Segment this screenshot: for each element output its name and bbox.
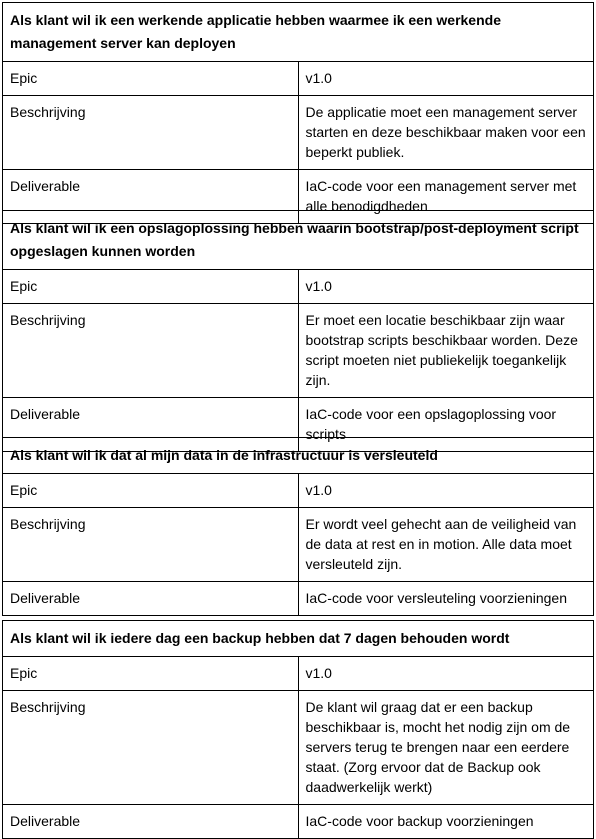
epic-label: Epic <box>2 61 299 96</box>
description-row: Beschrijving De klant wil graag dat er e… <box>2 690 594 805</box>
deliverable-row: Deliverable IaC-code voor versleuteling … <box>2 581 594 616</box>
epic-row: Epic v1.0 <box>2 656 594 691</box>
epic-value: v1.0 <box>297 656 594 691</box>
description-row: Beschrijving Er moet een locatie beschik… <box>2 303 594 398</box>
deliverable-value: IaC-code voor backup voorzieningen <box>297 804 594 839</box>
story-title-row: Als klant wil ik een werkende applicatie… <box>2 2 594 62</box>
user-story-table: Als klant wil ik een werkende applicatie… <box>2 2 594 224</box>
epic-label: Epic <box>2 656 299 691</box>
description-value: Er moet een locatie beschikbaar zijn waa… <box>297 303 594 398</box>
user-story-table: Als klant wil ik dat al mijn data in de … <box>2 437 594 616</box>
description-label: Beschrijving <box>2 690 299 805</box>
user-story-table: Als klant wil ik iedere dag een backup h… <box>2 620 594 839</box>
description-label: Beschrijving <box>2 95 299 170</box>
description-row: Beschrijving De applicatie moet een mana… <box>2 95 594 170</box>
epic-label: Epic <box>2 473 299 508</box>
epic-label: Epic <box>2 269 299 304</box>
deliverable-row: Deliverable IaC-code voor backup voorzie… <box>2 804 594 839</box>
deliverable-label: Deliverable <box>2 804 299 839</box>
epic-value: v1.0 <box>297 473 594 508</box>
deliverable-value: IaC-code voor versleuteling voorzieninge… <box>297 581 594 616</box>
story-title: Als klant wil ik een werkende applicatie… <box>2 2 594 62</box>
description-row: Beschrijving Er wordt veel gehecht aan d… <box>2 507 594 582</box>
story-title: Als klant wil ik dat al mijn data in de … <box>2 437 594 474</box>
story-title-row: Als klant wil ik iedere dag een backup h… <box>2 620 594 657</box>
user-stories-document: Als klant wil ik een werkende applicatie… <box>0 0 596 839</box>
story-title-row: Als klant wil ik een opslagoplossing heb… <box>2 210 594 270</box>
description-label: Beschrijving <box>2 507 299 582</box>
story-title: Als klant wil ik iedere dag een backup h… <box>2 620 594 657</box>
description-value: De klant wil graag dat er een backup bes… <box>297 690 594 805</box>
story-title: Als klant wil ik een opslagoplossing heb… <box>2 210 594 270</box>
description-value: De applicatie moet een management server… <box>297 95 594 170</box>
epic-row: Epic v1.0 <box>2 269 594 304</box>
epic-value: v1.0 <box>297 269 594 304</box>
epic-row: Epic v1.0 <box>2 473 594 508</box>
epic-row: Epic v1.0 <box>2 61 594 96</box>
deliverable-label: Deliverable <box>2 581 299 616</box>
user-story-table: Als klant wil ik een opslagoplossing heb… <box>2 210 594 452</box>
description-value: Er wordt veel gehecht aan de veiligheid … <box>297 507 594 582</box>
epic-value: v1.0 <box>297 61 594 96</box>
story-title-row: Als klant wil ik dat al mijn data in de … <box>2 437 594 474</box>
description-label: Beschrijving <box>2 303 299 398</box>
